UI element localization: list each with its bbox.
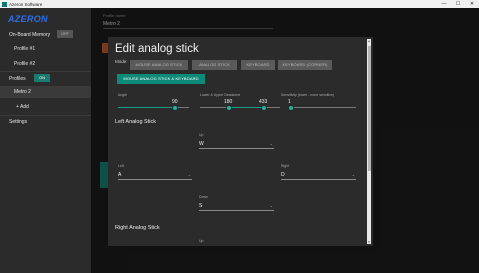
- title-bar: Azeron Software — ☐ ✕: [0, 0, 479, 8]
- app-icon: [2, 1, 7, 7]
- right-key-value: D: [281, 172, 285, 178]
- sensitivity-slider-thumb[interactable]: [288, 104, 294, 111]
- settings-link[interactable]: Settings: [9, 119, 100, 125]
- up-label: Up: [199, 133, 204, 137]
- right-stick-up-label: Up: [199, 239, 204, 243]
- window-controls: — ☐ ✕: [437, 0, 479, 8]
- deadzone-upper-thumb[interactable]: [261, 104, 267, 111]
- down-label: Down: [199, 195, 208, 199]
- right-key-select[interactable]: D ⌄: [281, 171, 356, 180]
- maximize-icon[interactable]: ☐: [451, 0, 465, 8]
- mode-mouse-analog-stick[interactable]: MOUSE ANALOG STICK: [130, 60, 188, 70]
- minimize-icon[interactable]: —: [437, 0, 451, 8]
- angle-slider-thumb[interactable]: [172, 104, 178, 111]
- scroll-down-icon[interactable]: ▼: [367, 240, 371, 244]
- sidebar: AZERON On-Board Memory OFF Profile #1 Pr…: [0, 8, 91, 273]
- mode-keyboard[interactable]: KEYBOARD: [241, 60, 275, 70]
- mode-analog-stick[interactable]: ANALOG STICK: [192, 60, 237, 70]
- left-key-value: A: [118, 172, 122, 178]
- right-analog-stick-heading: Right Analog Stick: [115, 225, 160, 231]
- left-key-select[interactable]: A ⌄: [118, 171, 192, 180]
- edit-analog-stick-dialog: Edit analog stick Mode: MOUSE ANALOG STI…: [108, 37, 373, 246]
- mode-keyboard-corner[interactable]: KEYBOARD (CORNER): [278, 60, 332, 70]
- window-title: Azeron Software: [9, 1, 43, 7]
- chevron-down-icon: ⌄: [269, 203, 273, 208]
- profiles-toggle[interactable]: ON: [34, 74, 50, 82]
- mode-label: Mode:: [115, 59, 128, 64]
- angle-label: Angle: [118, 93, 127, 97]
- scroll-up-icon[interactable]: ▲: [367, 39, 371, 43]
- left-label: Left: [118, 164, 124, 168]
- azeron-logo: AZERON: [8, 14, 48, 24]
- divider: [0, 71, 91, 72]
- left-analog-stick-heading: Left Analog Stick: [115, 119, 156, 125]
- scrollbar-thumb[interactable]: [367, 46, 371, 171]
- down-key-value: S: [199, 203, 203, 209]
- deadzone-slider-fill: [229, 107, 264, 108]
- angle-slider-fill: [118, 107, 175, 108]
- close-icon[interactable]: ✕: [465, 0, 479, 8]
- dialog-scrollbar[interactable]: ▲ ▼: [367, 39, 371, 244]
- down-key-select[interactable]: S ⌄: [199, 202, 274, 211]
- divider: [0, 115, 91, 116]
- profiles-label: Profiles: [9, 76, 26, 82]
- up-key-select[interactable]: W ⌄: [199, 140, 274, 149]
- sensitivity-slider-track[interactable]: [289, 107, 356, 108]
- deadzone-lower-thumb[interactable]: [226, 104, 232, 111]
- dialog-title: Edit analog stick: [115, 43, 199, 55]
- chevron-down-icon: ⌄: [269, 141, 273, 146]
- up-key-value: W: [199, 141, 204, 147]
- onboard-memory-toggle[interactable]: OFF: [57, 30, 73, 38]
- onboard-memory-label: On-Board Memory: [9, 32, 51, 38]
- right-label: Right: [281, 164, 290, 168]
- deadzone-label: Lower & Upper Deadzone: [200, 93, 241, 97]
- mode-mouse-analog-stick-keyboard[interactable]: MOUSE ANALOG STICK & KEYBOARD: [117, 74, 205, 84]
- chevron-down-icon: ⌄: [351, 172, 355, 177]
- chevron-down-icon: ⌄: [187, 172, 191, 177]
- sensitivity-label: Sensitivity (lower - more sensitive): [281, 93, 335, 97]
